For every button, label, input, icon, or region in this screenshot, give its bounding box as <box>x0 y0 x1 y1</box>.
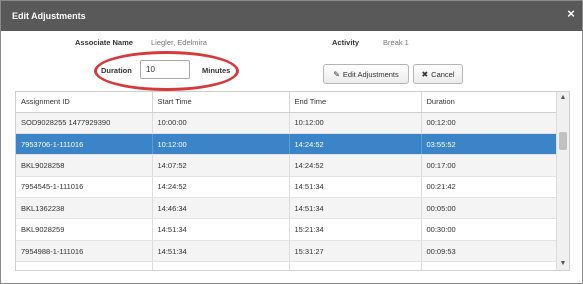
cell-start-time: 14:07:52 <box>152 154 290 177</box>
edit-icon: ✎ <box>333 69 340 79</box>
close-icon[interactable]: × <box>564 7 578 21</box>
cell-end-time: 14:51:34 <box>289 197 422 220</box>
cell-start-time: 14:24:52 <box>152 176 290 199</box>
cell-assignment-id: 7956003-1-111016 <box>16 261 153 270</box>
scroll-down-icon[interactable]: ▼ <box>557 258 569 270</box>
cell-start-time: 14:51:34 <box>152 218 290 241</box>
cell-assignment-id: SOD9028255 1477929390 <box>16 112 153 134</box>
table-row[interactable]: BKL1362238 14:46:34 14:51:34 00:05:00 <box>16 197 558 220</box>
associate-name-value: Liegler, Edelmira <box>151 38 207 47</box>
table-row[interactable]: SOD9028255 1477929390 10:00:00 10:12:00 … <box>16 112 558 134</box>
table-header-row: Assignment ID Start Time End Time Durati… <box>16 92 558 113</box>
table-scrollbar[interactable]: ▲ ▼ <box>556 92 569 270</box>
highlight-oval <box>94 51 239 91</box>
cell-assignment-id: BKL1362238 <box>16 197 153 220</box>
table-row[interactable]: 7954545-1-111016 14:24:52 14:51:34 00:21… <box>16 176 558 199</box>
cell-duration: 03:55:52 <box>421 133 558 156</box>
column-header-duration[interactable]: Duration <box>421 92 558 113</box>
cell-end-time: 14:24:52 <box>289 154 422 177</box>
scrollbar-thumb[interactable] <box>559 132 567 150</box>
cell-end-time: 15:32:24 <box>289 261 422 270</box>
cell-end-time: 15:21:34 <box>289 218 422 241</box>
cell-assignment-id: BKL9028258 <box>16 154 153 177</box>
cell-end-time: 14:24:52 <box>289 133 422 156</box>
cell-start-time: 14:46:34 <box>152 197 290 220</box>
adjustments-table-container: Assignment ID Start Time End Time Durati… <box>15 91 570 271</box>
cell-start-time: 14:51:34 <box>152 240 290 263</box>
cell-duration: 00:17:00 <box>421 154 558 177</box>
cell-end-time: 10:12:00 <box>289 112 422 134</box>
table-row[interactable]: BKL9028259 14:51:34 15:21:34 00:30:00 <box>16 218 558 241</box>
associate-name-label: Associate Name <box>75 38 133 47</box>
table-row[interactable]: 7954988-1-111016 14:51:34 15:31:27 00:09… <box>16 240 558 263</box>
cell-end-time: 15:31:27 <box>289 240 422 263</box>
cell-duration: 00:30:00 <box>421 218 558 241</box>
cell-duration: 00:12:00 <box>421 112 558 134</box>
dialog-titlebar: Edit Adjustments × <box>1 1 582 31</box>
dialog-title: Edit Adjustments <box>12 11 86 21</box>
cell-duration: 00:09:53 <box>421 240 558 263</box>
cancel-button[interactable]: ✖ Cancel <box>413 64 463 84</box>
cell-start-time: 15:31:27 <box>152 261 290 270</box>
edit-adjustments-label: Edit Adjustments <box>342 69 399 79</box>
activity-label: Activity <box>332 38 360 47</box>
table-row[interactable]: 7956003-1-111016 15:31:27 15:32:24 00:00… <box>16 261 558 270</box>
column-header-assignment-id[interactable]: Assignment ID <box>16 92 153 113</box>
cell-assignment-id: 7953706-1-111016 <box>16 133 153 156</box>
adjustments-table: Assignment ID Start Time End Time Durati… <box>16 92 558 270</box>
column-header-start-time[interactable]: Start Time <box>152 92 290 113</box>
edit-adjustments-dialog: Edit Adjustments × Associate Name Liegle… <box>0 0 583 284</box>
cell-assignment-id: 7954988-1-111016 <box>16 240 153 263</box>
table-row[interactable]: BKL9028258 14:07:52 14:24:52 00:17:00 <box>16 154 558 177</box>
cell-duration: 00:05:00 <box>421 197 558 220</box>
cell-end-time: 14:51:34 <box>289 176 422 199</box>
column-header-end-time[interactable]: End Time <box>289 92 422 113</box>
cell-assignment-id: BKL9028259 <box>16 218 153 241</box>
scroll-up-icon[interactable]: ▲ <box>557 92 569 104</box>
table-row-selected[interactable]: 7953706-1-111016 10:12:00 14:24:52 03:55… <box>16 133 558 156</box>
cell-start-time: 10:12:00 <box>152 133 290 156</box>
cancel-icon: ✖ <box>421 69 429 79</box>
cell-assignment-id: 7954545-1-111016 <box>16 176 153 199</box>
cell-duration: 00:00:57 <box>421 261 558 270</box>
activity-value: Break 1 <box>383 38 409 47</box>
edit-adjustments-button[interactable]: ✎ Edit Adjustments <box>323 64 409 84</box>
cell-duration: 00:21:42 <box>421 176 558 199</box>
cancel-label: Cancel <box>431 69 455 79</box>
cell-start-time: 10:00:00 <box>152 112 290 134</box>
